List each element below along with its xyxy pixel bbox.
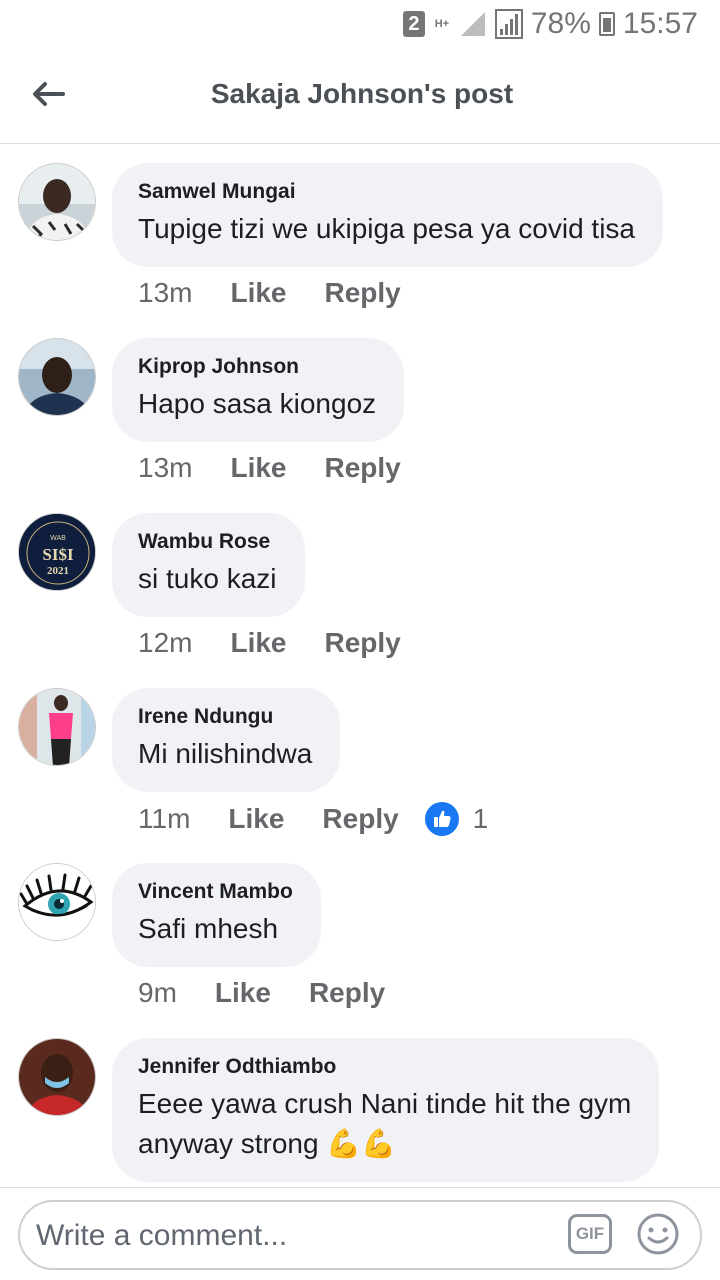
comment-actions: 12m Like Reply — [138, 627, 401, 659]
comment-author[interactable]: Irene Ndungu — [138, 704, 312, 730]
status-indicators: 2 H+ 78% 15:57 — [402, 6, 698, 42]
reply-button[interactable]: Reply — [325, 277, 401, 309]
comment-author[interactable]: Jennifer Odthiambo — [138, 1054, 631, 1080]
battery-percent: 78% — [530, 7, 591, 40]
comment-bubble: Wambu Rose si tuko kazi — [112, 513, 305, 617]
comment-bubble: Kiprop Johnson Hapo sasa kiongoz — [112, 338, 405, 442]
network-type: H+ — [434, 18, 450, 30]
avatar-badge-line3: 2021 — [47, 565, 69, 577]
comment-composer[interactable]: GIF — [18, 1200, 702, 1270]
reply-button[interactable]: Reply — [325, 627, 401, 659]
reply-button[interactable]: Reply — [309, 977, 385, 1009]
thumbs-up-icon — [424, 802, 459, 836]
comment-bubble: Jennifer Odthiambo Eeee yawa crush Nani … — [112, 1038, 660, 1182]
emoji-icon[interactable] — [636, 1212, 680, 1256]
comments-list: Samwel Mungai Tupige tizi we ukipiga pes… — [0, 145, 720, 1187]
reply-button[interactable]: Reply — [322, 803, 398, 835]
avatar[interactable]: WAB SI$I 2021 — [18, 513, 96, 591]
comment-actions: 11m Like Reply 1 — [138, 802, 488, 836]
comment-text-line2: anyway strong 💪💪 — [138, 1128, 397, 1159]
reply-button[interactable]: Reply — [325, 452, 401, 484]
comment-text: si tuko kazi — [138, 563, 277, 594]
comment-bubble: Vincent Mambo Safi mhesh — [112, 863, 321, 967]
comment-author[interactable]: Vincent Mambo — [138, 879, 293, 905]
avatar[interactable] — [18, 163, 96, 241]
comment-text: Hapo sasa kiongoz — [138, 388, 377, 419]
like-button[interactable]: Like — [230, 627, 286, 659]
reaction-count: 1 — [472, 803, 489, 834]
app-header: Sakaja Johnson's post — [0, 50, 720, 144]
comment-time[interactable]: 11m — [138, 803, 190, 835]
comment-time[interactable]: 9m — [138, 977, 177, 1009]
comment-actions: 13m Like Reply — [138, 277, 401, 309]
status-bar: 2 H+ 78% 15:57 — [0, 0, 720, 50]
avatar[interactable] — [18, 1038, 96, 1116]
battery-icon — [598, 12, 615, 36]
comment-bubble: Samwel Mungai Tupige tizi we ukipiga pes… — [112, 163, 663, 267]
comment-author[interactable]: Wambu Rose — [138, 529, 277, 555]
avatar[interactable] — [18, 863, 96, 941]
avatar[interactable] — [18, 338, 96, 416]
comment-composer-bar: GIF — [0, 1187, 720, 1280]
comment-author[interactable]: Kiprop Johnson — [138, 354, 376, 380]
avatar-badge-line1: WAB — [50, 535, 66, 542]
comment-time[interactable]: 12m — [138, 627, 192, 659]
signal-strength-icon — [494, 9, 523, 39]
like-button[interactable]: Like — [230, 277, 286, 309]
page-title: Sakaja Johnson's post — [210, 78, 514, 109]
comment-actions: 13m Like Reply — [138, 452, 401, 484]
reaction-summary[interactable]: 1 — [424, 802, 489, 836]
like-button[interactable]: Like — [215, 977, 271, 1009]
comment-text: Safi mhesh — [138, 913, 279, 944]
signal-icon — [460, 12, 485, 36]
comment-actions: 9m Like Reply — [138, 977, 385, 1009]
like-button[interactable]: Like — [230, 452, 286, 484]
avatar-badge-line2: SI$I — [42, 545, 74, 564]
comment-input[interactable] — [36, 1216, 556, 1256]
gif-button[interactable]: GIF — [568, 1214, 612, 1254]
comment-text: Tupige tizi we ukipiga pesa ya covid tis… — [138, 213, 635, 244]
comment-time[interactable]: 13m — [138, 452, 192, 484]
comment-time[interactable]: 13m — [138, 277, 192, 309]
comment-text: Mi nilishindwa — [138, 738, 313, 769]
comment-author[interactable]: Samwel Mungai — [138, 179, 635, 205]
clock: 15:57 — [622, 7, 698, 40]
avatar[interactable] — [18, 688, 96, 766]
comment-bubble: Irene Ndungu Mi nilishindwa — [112, 688, 341, 792]
like-button[interactable]: Like — [228, 803, 284, 835]
comment-text: Eeee yawa crush Nani tinde hit the gym — [138, 1088, 632, 1119]
sim-2-icon: 2 — [402, 11, 425, 37]
